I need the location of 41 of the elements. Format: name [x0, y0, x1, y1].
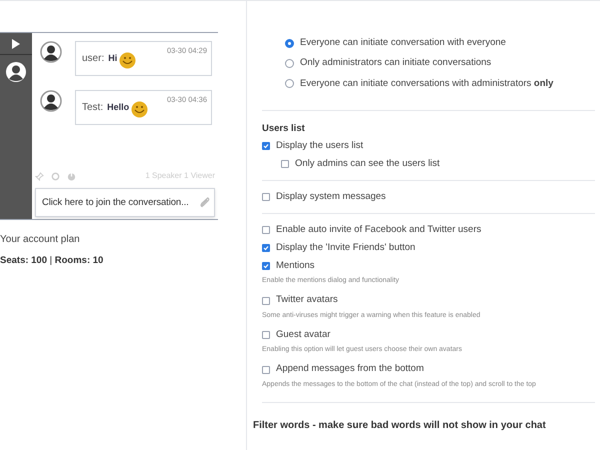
checkbox-label: Only admins can see the users list [295, 156, 440, 171]
checkbox[interactable] [262, 193, 270, 201]
radio-button[interactable] [285, 58, 294, 68]
checkbox[interactable] [262, 244, 270, 252]
checkbox-label: Enable auto invite of Facebook and Twitter users [276, 222, 482, 237]
power-icon[interactable] [67, 172, 76, 180]
checkbox[interactable] [262, 262, 270, 270]
checkbox[interactable] [281, 160, 289, 168]
play-icon [11, 38, 21, 48]
account-plan-title: Your account plan [0, 233, 81, 247]
checkbox-label: Display the users list [276, 138, 364, 153]
message-text: Hello [107, 100, 130, 114]
smiley-icon [131, 101, 148, 118]
checkbox[interactable] [262, 142, 270, 150]
radio-label: Everyone can initiate conversation with everyone [300, 36, 506, 50]
checkbox-label: Guest avatar [276, 328, 330, 342]
radio-button[interactable] [285, 79, 294, 88]
checkbox[interactable] [262, 296, 270, 304]
message-text: Hi [108, 52, 118, 65]
checkbox[interactable] [262, 366, 270, 374]
pin-icon[interactable] [35, 172, 44, 180]
checkbox[interactable] [262, 331, 270, 339]
checkbox[interactable] [262, 226, 270, 234]
user-avatar-icon [40, 41, 62, 63]
user-avatar-icon [40, 90, 62, 112]
radio-button[interactable] [285, 38, 294, 48]
checkbox-label: Append messages from the bottom [276, 362, 424, 376]
join-field[interactable]: Click here to join the conversation... [35, 188, 215, 217]
section-title: Filter words - make sure bad words will not show in your chat [253, 419, 547, 433]
checkbox-label: Display the 'Invite Friends' button [276, 240, 416, 255]
checkbox-label: Display system messages [276, 190, 386, 204]
smiley-icon [119, 52, 136, 69]
radio-label: Only administrators can initiate conversations [300, 56, 492, 70]
plan-details: Seats: 100 | Rooms: 10 [0, 254, 104, 268]
message-author: user: [82, 52, 104, 66]
message-author: Test: [82, 101, 104, 115]
radio-label: Everyone can initiate conversations with administrators only [300, 76, 554, 90]
section-heading: Users list [262, 122, 306, 136]
user-avatar-icon[interactable] [5, 61, 27, 83]
checkbox-label: Twitter avatars [276, 293, 338, 308]
checkbox-label: Mentions [276, 258, 315, 273]
